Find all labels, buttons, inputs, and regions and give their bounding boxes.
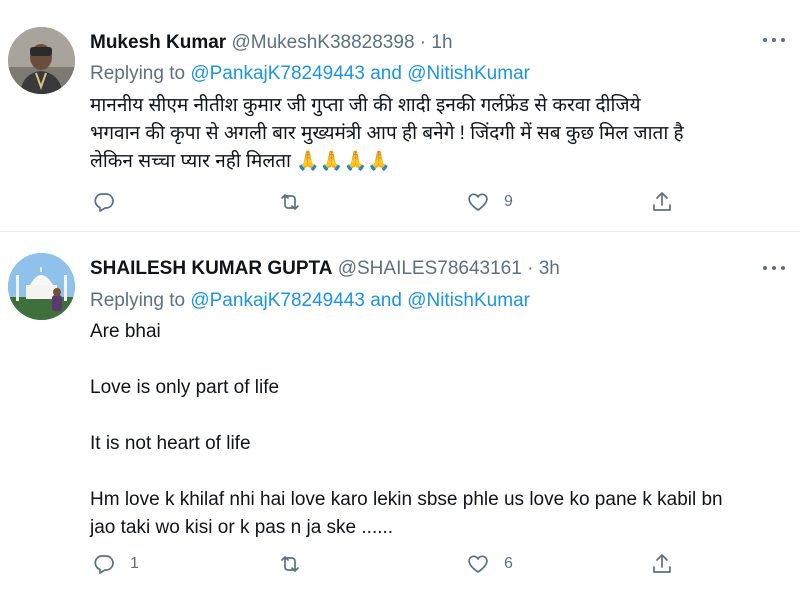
heart-icon (468, 193, 488, 211)
tweet-header: SHAILESH KUMAR GUPTA @SHAILES78643161 · … (90, 257, 560, 281)
share-icon (653, 192, 671, 211)
text-line: माननीय सीएम नीतीश कुमार जी गुप्ता जी की … (90, 95, 641, 116)
text-line (90, 346, 780, 374)
tweet-divider (0, 231, 800, 232)
avatar[interactable] (8, 27, 75, 94)
display-name[interactable]: SHAILESH KUMAR GUPTA (90, 258, 332, 279)
dot (763, 38, 767, 42)
share-button[interactable] (650, 190, 674, 214)
display-name[interactable]: Mukesh Kumar (90, 32, 226, 53)
retweet-button[interactable] (278, 190, 316, 214)
retweet-icon (281, 194, 299, 210)
text-line (90, 402, 780, 430)
reply-count: 1 (130, 555, 139, 572)
user-handle[interactable]: @MukeshK38828398 (231, 32, 414, 53)
text-line: jao taki wo kisi or k pas n ja ske .....… (90, 517, 394, 538)
heart-icon (468, 555, 488, 573)
text-line: It is not heart of life (90, 433, 251, 454)
dot (781, 38, 785, 42)
replying-to: Replying to @PankajK78249443 and @Nitish… (90, 289, 530, 313)
text-line: Are bhai (90, 321, 161, 342)
tweet-actions: 1 6 (90, 552, 690, 582)
reply-bubble-icon (94, 555, 114, 574)
avatar[interactable] (8, 253, 75, 320)
retweet-button[interactable] (278, 552, 316, 576)
text-line: लेकिन सच्चा प्यार नही मिलता 🙏🙏🙏🙏 (90, 151, 391, 172)
tweet[interactable]: Mukesh Kumar @MukeshK38828398 · 1h Reply… (0, 0, 800, 232)
tweet[interactable]: SHAILESH KUMAR GUPTA @SHAILES78643161 · … (0, 234, 800, 592)
more-options-icon[interactable] (763, 36, 785, 44)
mention-link[interactable]: @NitishKumar (407, 63, 530, 84)
reply-button[interactable] (92, 190, 130, 214)
replying-and: and (370, 63, 402, 84)
tweet-actions: 9 (90, 190, 690, 220)
text-line: Love is only part of life (90, 377, 280, 398)
mention-link[interactable]: @PankajK78249443 (190, 290, 365, 311)
text-line: Hm love k khilaf nhi hai love karo lekin… (90, 489, 723, 510)
mention-link[interactable]: @PankajK78249443 (190, 63, 365, 84)
more-options-icon[interactable] (763, 264, 785, 272)
replying-prefix: Replying to (90, 290, 186, 311)
dot (772, 38, 776, 42)
text-line (90, 458, 780, 486)
dot (781, 266, 785, 270)
dot (772, 266, 776, 270)
replying-to: Replying to @PankajK78249443 and @Nitish… (90, 62, 530, 86)
tweet-text: Are bhai Love is only part of life It is… (90, 318, 780, 542)
replying-prefix: Replying to (90, 63, 186, 84)
like-button[interactable]: 6 (466, 552, 513, 576)
tweet-text: माननीय सीएम नीतीश कुमार जी गुप्ता जी की … (90, 92, 780, 176)
user-handle[interactable]: @SHAILES78643161 (338, 258, 522, 279)
share-icon (653, 554, 671, 573)
like-button[interactable]: 9 (466, 190, 513, 214)
avatar-photo (8, 27, 75, 94)
like-count: 9 (504, 193, 513, 210)
dot (763, 266, 767, 270)
retweet-icon (281, 556, 299, 572)
reply-button[interactable]: 1 (92, 552, 139, 576)
avatar-photo (8, 253, 75, 320)
like-count: 6 (504, 555, 513, 572)
separator-dot: · (419, 32, 427, 53)
tweet-header: Mukesh Kumar @MukeshK38828398 · 1h (90, 31, 453, 55)
text-line: भगवान की कृपा से अगली बार मुख्यमंत्री आप… (90, 123, 684, 144)
timestamp[interactable]: 3h (539, 258, 560, 279)
mention-link[interactable]: @NitishKumar (407, 290, 530, 311)
timestamp[interactable]: 1h (431, 32, 452, 53)
replying-and: and (370, 290, 402, 311)
reply-bubble-icon (94, 193, 114, 212)
share-button[interactable] (650, 552, 674, 576)
separator-dot: · (527, 258, 534, 279)
